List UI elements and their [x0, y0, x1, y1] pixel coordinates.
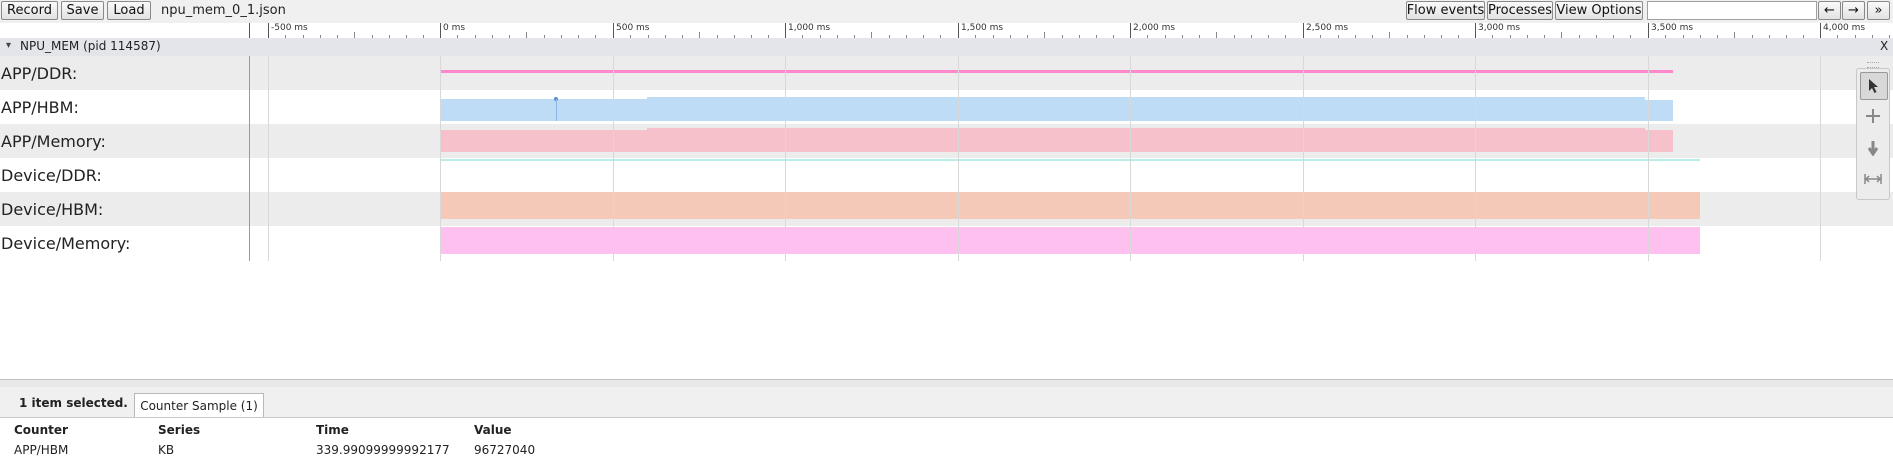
counter-sample-bar[interactable]	[647, 128, 1645, 152]
top-toolbar: Record Save Load npu_mem_0_1.json Flow e…	[0, 0, 1893, 24]
ruler-tick-label: 1,000 ms	[788, 23, 831, 33]
counter-sample-bar[interactable]	[440, 227, 1700, 254]
time-gridline	[785, 56, 786, 261]
column-header-series[interactable]: Series	[158, 423, 200, 437]
ruler-major-tick	[1475, 23, 1476, 38]
time-gridline	[1475, 56, 1476, 261]
counter-track[interactable]: Device/DDR:	[0, 158, 1893, 192]
counter-sample-bar[interactable]	[647, 97, 1645, 121]
counter-track[interactable]: APP/Memory:	[0, 124, 1893, 158]
ruler-tick-label: 2,500 ms	[1306, 23, 1349, 33]
ruler-tick-label: 0 ms	[443, 23, 466, 33]
time-gridline	[1130, 56, 1131, 261]
ruler-major-tick	[440, 23, 441, 38]
process-title: NPU_MEM (pid 114587)	[20, 39, 161, 53]
ruler-tick-label: 1,500 ms	[961, 23, 1004, 33]
time-gridline	[268, 56, 269, 261]
move-cross-icon[interactable]	[1860, 103, 1886, 129]
ruler-major-tick	[1820, 23, 1821, 38]
analysis-panel: 1 item selected. Counter Sample (1) Coun…	[0, 387, 1893, 468]
zoom-vertical-icon[interactable]	[1860, 135, 1886, 161]
selection-info: 1 item selected.	[19, 396, 128, 410]
search-input[interactable]	[1647, 1, 1817, 20]
ruler-edge	[249, 23, 250, 38]
time-gridline	[1303, 56, 1304, 261]
record-button[interactable]: Record	[1, 1, 58, 20]
ruler-tick-label: 500 ms	[616, 23, 650, 33]
cell-series: KB	[158, 443, 175, 457]
time-gridline	[1648, 56, 1649, 261]
tab-counter-sample[interactable]: Counter Sample (1)	[134, 393, 264, 417]
counter-sample-bar[interactable]	[1645, 130, 1673, 152]
ruler-major-tick	[785, 23, 786, 38]
counter-track[interactable]: Device/HBM:	[0, 192, 1893, 226]
counter-track[interactable]: APP/HBM:	[0, 90, 1893, 124]
analysis-tab-strip: 1 item selected. Counter Sample (1)	[0, 387, 1893, 418]
close-process-button[interactable]: X	[1880, 39, 1888, 53]
counter-sample-bar[interactable]	[440, 192, 1700, 219]
palette-drag-handle[interactable]	[1867, 62, 1879, 68]
time-gridline	[613, 56, 614, 261]
cell-time[interactable]: 339.99099999992177	[316, 443, 450, 457]
time-gridline	[1820, 56, 1821, 261]
flow-events-button[interactable]: Flow events	[1406, 1, 1485, 20]
ruler-major-tick	[613, 23, 614, 38]
file-name: npu_mem_0_1.json	[161, 3, 286, 18]
prev-result-button[interactable]: ←	[1818, 1, 1841, 20]
counter-track[interactable]: APP/DDR:	[0, 56, 1893, 90]
column-header-value[interactable]: Value	[474, 423, 512, 437]
next-result-button[interactable]: →	[1842, 1, 1865, 20]
ruler-major-tick	[1303, 23, 1304, 38]
ruler-tick-label: 3,000 ms	[1478, 23, 1521, 33]
ruler-tick-label: 2,000 ms	[1133, 23, 1176, 33]
counter-sample-bar[interactable]	[1645, 100, 1673, 121]
save-button[interactable]: Save	[61, 1, 104, 20]
ruler-major-tick	[268, 23, 269, 38]
column-header-counter[interactable]: Counter	[14, 423, 68, 437]
time-gridline	[958, 56, 959, 261]
ruler-major-tick	[1130, 23, 1131, 38]
counter-sample-bar[interactable]	[440, 70, 1673, 73]
time-ruler[interactable]: -500 ms 0 ms 500 ms 1,000 ms 1,500 ms 2,000 m…	[0, 23, 1893, 39]
ruler-tick-label: -500 ms	[271, 23, 308, 33]
time-gridline	[440, 56, 441, 261]
view-options-button[interactable]: View Options	[1555, 1, 1643, 20]
ruler-tick-label: 3,500 ms	[1651, 23, 1694, 33]
counter-sample-bar[interactable]	[440, 159, 1700, 161]
ruler-major-tick	[1648, 23, 1649, 38]
column-header-time[interactable]: Time	[316, 423, 349, 437]
collapse-triangle-icon[interactable]: ▾	[6, 40, 11, 51]
processes-button[interactable]: Processes	[1487, 1, 1553, 20]
ruler-major-tick	[958, 23, 959, 38]
ruler-tick-label: 4,000 ms	[1823, 23, 1866, 33]
load-button[interactable]: Load	[107, 1, 151, 20]
selected-sample-line	[556, 99, 557, 121]
cell-counter[interactable]: APP/HBM	[14, 443, 68, 457]
mouse-mode-palette	[1856, 62, 1890, 200]
process-header[interactable]: ▾ NPU_MEM (pid 114587) X	[0, 38, 1893, 57]
timing-range-icon[interactable]	[1860, 166, 1886, 192]
counter-track[interactable]: Device/Memory:	[0, 226, 1893, 260]
arrow-cursor-icon[interactable]	[1860, 72, 1888, 100]
track-label-divider	[0, 56, 250, 261]
counter-sample-bar[interactable]	[440, 99, 647, 121]
cell-value: 96727040	[474, 443, 536, 457]
more-button[interactable]: »	[1867, 1, 1890, 20]
counter-sample-bar[interactable]	[440, 130, 647, 152]
